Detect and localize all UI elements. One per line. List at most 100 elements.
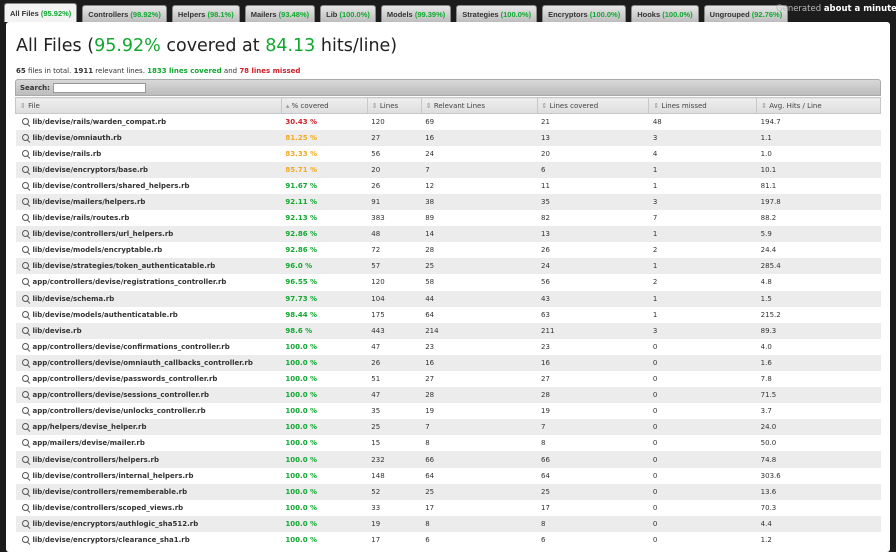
file-link[interactable]: app/controllers/devise/confirmations_con… [33,343,230,351]
file-cell: lib/devise.rb [15,322,282,339]
tab-mailers[interactable]: Mailers (93.48%) [244,5,316,22]
magnifier-icon [21,439,29,447]
files-text: files in total. [25,67,74,75]
relevant-lines-cell: 16 [421,129,538,146]
file-link[interactable]: lib/devise/rails/routes.rb [33,214,130,222]
avg-hits-cell: 3.7 [756,403,881,420]
lines-missed-cell: 3 [648,322,757,339]
file-link[interactable]: lib/devise/encryptors/authlogic_sha512.r… [33,520,199,528]
tab-models[interactable]: Models (99.39%) [380,5,452,22]
column-header[interactable]: ▴ % covered [280,97,368,114]
relevant-lines-cell: 25 [421,258,538,275]
file-link[interactable]: lib/devise/controllers/rememberable.rb [33,488,188,496]
file-link[interactable]: lib/devise/controllers/helpers.rb [33,456,159,464]
file-link[interactable]: lib/devise.rb [33,327,82,335]
avg-hits-cell: 10.1 [756,161,881,178]
column-header[interactable]: ⇕ Avg. Hits / Line [756,97,881,114]
column-header[interactable]: ⇕ Relevant Lines [420,97,538,114]
tab-label: Hooks [637,10,661,19]
file-link[interactable]: lib/devise/mailers/helpers.rb [33,198,146,206]
tab-helpers[interactable]: Helpers (98.1%) [171,5,240,22]
tab-encryptors[interactable]: Encryptors (100.0%) [542,5,627,22]
magnifier-icon [21,407,29,415]
file-link[interactable]: app/controllers/devise/omniauth_callback… [33,359,253,367]
lines-covered-cell: 25 [537,483,649,500]
file-link[interactable]: app/controllers/devise/passwords_control… [33,375,218,383]
lines-missed: 78 lines missed [239,67,301,75]
magnifier-icon [21,198,29,206]
lines-cell: 91 [367,193,422,211]
file-link[interactable]: app/controllers/devise/unlocks_controlle… [33,407,206,415]
file-cell: lib/devise/controllers/scoped_views.rb [15,499,282,516]
tab-hooks[interactable]: Hooks (100.0%) [631,5,699,22]
file-link[interactable]: app/controllers/devise/registrations_con… [33,278,227,286]
lines-covered-cell: 13 [537,226,649,243]
table-row: app/controllers/devise/omniauth_callback… [15,354,881,371]
tab-percent: (100.0%) [339,10,370,19]
avg-hits-cell: 71.5 [756,387,881,404]
magnifier-icon [21,262,29,270]
table-row: lib/devise/rails/routes.rb 92.13 % 383 89 82… [15,210,881,227]
lines-cell: 72 [367,242,422,259]
avg-hits-cell: 1.5 [756,290,881,307]
file-cell: app/controllers/devise/registrations_con… [15,274,282,291]
column-header[interactable]: ⇕ Lines [366,97,422,114]
lines-missed-cell: 3 [648,129,757,146]
file-link[interactable]: lib/devise/omniauth.rb [33,134,122,142]
file-link[interactable]: lib/devise/rails/warden_compat.rb [33,118,167,126]
file-cell: app/mailers/devise/mailer.rb [15,435,282,452]
percent-covered: 81.25 % [281,129,368,146]
file-link[interactable]: lib/devise/encryptors/base.rb [33,166,149,174]
relevant-count: 1911 [73,67,94,75]
file-link[interactable]: app/helpers/devise_helper.rb [33,423,147,431]
table-row: app/controllers/devise/passwords_control… [15,371,881,388]
file-link[interactable]: lib/devise/models/encryptable.rb [33,246,163,254]
tab-all-files[interactable]: All Files (95.92%) [4,3,78,22]
table-row: lib/devise/omniauth.rb 81.25 % 27 16 13 3 1.1 [15,129,881,146]
file-link[interactable]: lib/devise/strategies/token_authenticata… [33,262,216,270]
percent-covered: 100.0 % [281,371,368,388]
file-link[interactable]: app/mailers/devise/mailer.rb [33,439,145,447]
lines-cell: 120 [367,274,422,291]
tab-controllers[interactable]: Controllers (98.92%) [82,5,167,22]
sort-icon: ⇕ [371,101,378,110]
file-link[interactable]: lib/devise/controllers/shared_helpers.rb [33,182,190,190]
file-link[interactable]: lib/devise/controllers/internal_helpers.… [33,472,194,480]
magnifier-icon [21,455,29,463]
percent-covered: 100.0 % [281,499,368,516]
lines-missed-cell: 48 [648,113,757,130]
lines-missed-cell: 0 [648,354,757,371]
relevant-text: relevant lines. [93,67,148,75]
tab-label: Ungrouped [709,10,750,19]
file-link[interactable]: lib/devise/models/authenticatable.rb [33,311,178,319]
column-header[interactable]: ⇕ Lines missed [648,97,758,114]
lines-covered-cell: 6 [537,161,649,178]
file-link[interactable]: lib/devise/controllers/url_helpers.rb [33,230,174,238]
file-cell: lib/devise/strategies/token_authenticata… [15,258,282,275]
avg-hits-cell: 74.8 [756,451,881,468]
lines-covered-cell: 82 [537,210,649,227]
tab-strategies[interactable]: Strategies (100.0%) [456,5,538,22]
percent-covered: 100.0 % [281,387,368,404]
tab-lib[interactable]: Lib (100.0%) [320,5,376,22]
column-header[interactable]: ⇕ File [15,97,282,114]
lines-covered-cell: 28 [537,387,649,404]
column-header[interactable]: ⇕ Lines covered [536,97,650,114]
file-link[interactable]: lib/devise/rails.rb [33,150,102,158]
lines-covered: 1833 lines covered [147,67,222,75]
relevant-lines-cell: 8 [421,515,538,532]
title-suffix: hits/line) [315,36,398,56]
search-input[interactable] [53,83,146,93]
lines-missed-cell: 0 [648,371,757,388]
relevant-lines-cell: 64 [421,306,538,323]
file-link[interactable]: lib/devise/encryptors/clearance_sha1.rb [33,536,190,544]
percent-covered: 30.43 % [281,113,368,130]
file-link[interactable]: app/controllers/devise/sessions_controll… [33,391,210,399]
lines-covered-cell: 13 [537,129,649,146]
percent-covered: 100.0 % [281,451,368,468]
avg-hits-cell: 5.9 [756,226,881,243]
file-link[interactable]: lib/devise/schema.rb [33,295,115,303]
magnifier-icon [21,149,29,157]
file-link[interactable]: lib/devise/controllers/scoped_views.rb [33,504,184,512]
sort-icon: ⇕ [541,101,548,110]
